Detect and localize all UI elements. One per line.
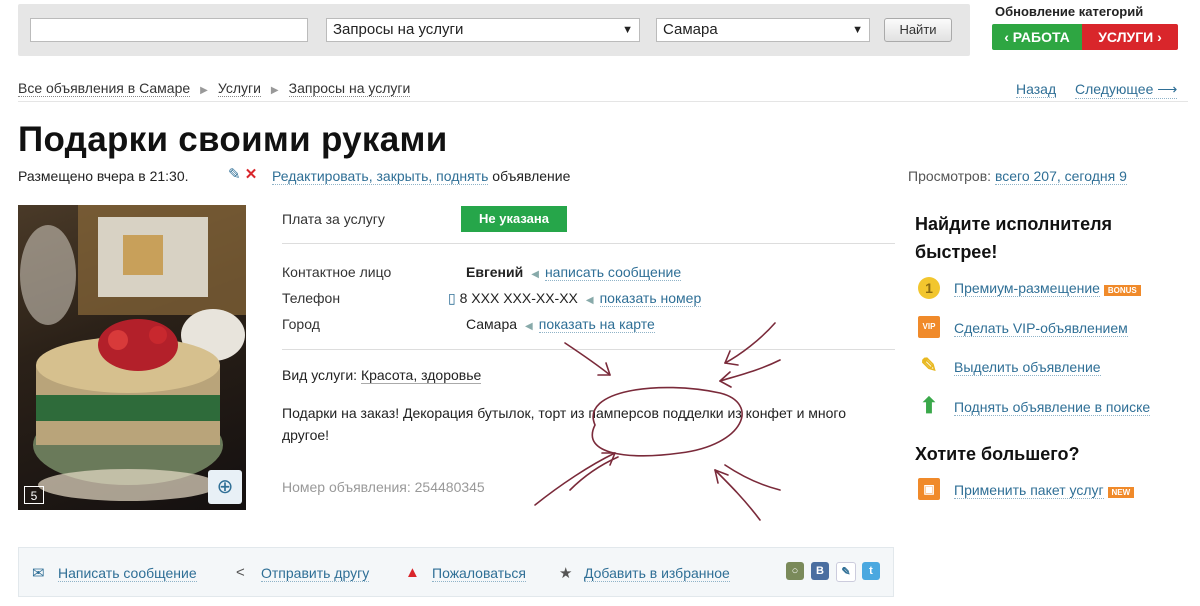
mobile-phone-icon: ▯ (448, 290, 456, 306)
views-value[interactable]: всего 207, сегодня 9 (994, 168, 1127, 185)
show-phone-link[interactable]: показать номер (599, 290, 702, 307)
back-link[interactable]: Назад (1016, 81, 1057, 98)
message-action[interactable]: Написать сообщение (58, 565, 197, 582)
package-icon: ▣ (918, 478, 940, 500)
contact-row: Евгений ◀ написать сообщение (466, 264, 682, 281)
page-title: Подарки своими руками (18, 120, 448, 159)
contact-label: Контактное лицо (282, 264, 392, 280)
close-icon[interactable]: ✕ (245, 166, 258, 183)
service-type-row: Вид услуги: Красота, здоровье (282, 367, 482, 384)
bonus-badge: BONUS (1103, 285, 1141, 296)
price-label: Плата за услугу (282, 211, 385, 227)
photo-count-badge: 5 (24, 486, 44, 504)
highlight-link[interactable]: Выделить объявление (954, 359, 1101, 376)
warning-icon: ▲ (405, 564, 420, 581)
promo-title: Найдите исполнителя быстрее! (915, 214, 1113, 262)
triangle-left-icon: ◀ (531, 269, 539, 280)
package-link[interactable]: Применить пакет услуг (954, 482, 1104, 499)
city-select-value: Самара (663, 21, 718, 38)
star-icon: ★ (559, 565, 573, 582)
raise-link[interactable]: Поднять объявление в поиске (954, 399, 1151, 416)
package-row: Применить пакет услуг NEW (954, 482, 1135, 499)
zoom-icon[interactable]: ⊕ (208, 470, 242, 504)
chevron-right-icon: ▶ (270, 85, 279, 96)
category-update-title: Обновление категорий (995, 4, 1144, 19)
breadcrumb: Все объявления в Самаре ▶ Услуги ▶ Запросы н… (18, 80, 411, 97)
envelope-icon: ✉ (32, 565, 45, 582)
chevron-down-icon: ▼ (852, 24, 863, 36)
chevron-right-icon: ▶ (200, 85, 208, 96)
breadcrumb-item[interactable]: Запросы на услуги (288, 80, 411, 97)
write-message-link[interactable]: написать сообщение (544, 264, 682, 281)
triangle-left-icon: ◀ (585, 295, 594, 306)
favorite-action[interactable]: Добавить в избранное (584, 565, 730, 582)
search-button[interactable]: Найти (884, 18, 952, 42)
service-type-label: Вид услуги: (282, 367, 358, 383)
livejournal-icon[interactable]: ✎ (836, 562, 856, 582)
odnoklassniki-icon[interactable]: ○ (786, 562, 804, 580)
category-select[interactable]: Запросы на услуги ▼ (326, 18, 640, 42)
divider (282, 243, 895, 244)
contact-name: Евгений (466, 264, 524, 280)
views-label: Просмотров: (908, 168, 992, 184)
more-title: Хотите большего? (915, 444, 1080, 464)
work-category-button[interactable]: ‹ РАБОТА (992, 24, 1082, 50)
price-badge: Не указана (461, 206, 567, 232)
divider (18, 101, 1188, 102)
category-select-value: Запросы на услуги (333, 21, 464, 38)
new-badge: NEW (1107, 487, 1135, 498)
hand-drawn-annotation (534, 322, 781, 521)
edit-links[interactable]: Редактировать, закрыть, поднять (272, 168, 489, 185)
premium-link[interactable]: Премиум-размещение (954, 280, 1100, 297)
share-action[interactable]: Отправить другу (261, 565, 370, 582)
cake-photo-illustration (20, 205, 246, 501)
phone-label: Телефон (282, 290, 341, 306)
phone-row: ▯ 8 XXX XXX-XX-XX ◀ показать номер (448, 290, 702, 307)
twitter-icon[interactable]: t (862, 562, 880, 580)
next-link[interactable]: Следующее ⟶ (1075, 81, 1178, 99)
report-action[interactable]: Пожаловаться (432, 565, 527, 582)
search-input[interactable] (30, 18, 308, 42)
vkontakte-icon[interactable]: B (811, 562, 829, 580)
vip-link[interactable]: Сделать VIP-объявлением (954, 320, 1128, 337)
edit-suffix: объявление (492, 168, 571, 184)
posted-time: Размещено вчера в 21:30. (18, 168, 189, 184)
ad-photo[interactable] (18, 205, 246, 510)
service-type-value[interactable]: Красота, здоровье (360, 367, 482, 384)
share-icon: < (236, 564, 245, 581)
breadcrumb-item[interactable]: Все объявления в Самаре (18, 80, 191, 97)
edit-icons: ✎ ✕ (228, 165, 257, 183)
pencil-icon[interactable]: ✎ (228, 166, 241, 183)
city-select[interactable]: Самара ▼ (656, 18, 870, 42)
phone-value: 8 XXX XXX-XX-XX (459, 290, 578, 306)
chevron-down-icon: ▼ (622, 24, 633, 36)
ad-number: Номер объявления: 254480345 (282, 479, 485, 495)
edit-actions: Редактировать, закрыть, поднять объявлен… (272, 168, 571, 185)
breadcrumb-item[interactable]: Услуги (217, 80, 261, 97)
city-value: Самара (466, 316, 518, 332)
arrow-up-icon: ⬆ (919, 393, 939, 418)
city-label: Город (282, 316, 320, 332)
premium-row: Премиум-размещение BONUS (954, 280, 1141, 297)
highlighter-icon: ✎ (920, 355, 938, 377)
views-counter: Просмотров: всего 207, сегодня 9 (908, 168, 1127, 185)
vip-icon: VIP (918, 316, 940, 338)
coin-icon: 1 (918, 277, 940, 299)
services-category-button[interactable]: УСЛУГИ › (1082, 24, 1178, 50)
